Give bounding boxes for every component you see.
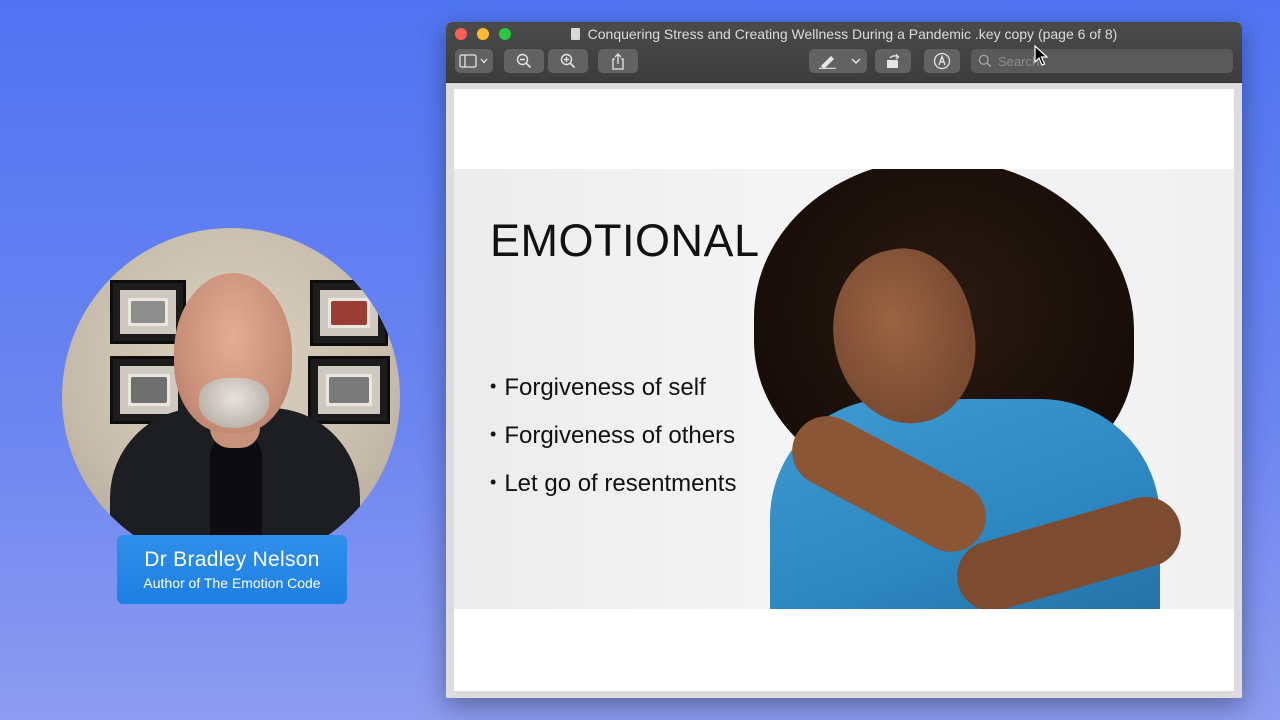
- slide-bullet: • Forgiveness of self: [490, 374, 706, 401]
- wall-frame: [310, 280, 388, 346]
- slide-bullet: • Forgiveness of others: [490, 422, 736, 449]
- presenter-video: [62, 228, 400, 566]
- window-title: Conquering Stress and Creating Wellness …: [446, 26, 1242, 42]
- bullet-text: Let go of resentments: [504, 470, 737, 497]
- presenter-role: Author of The Emotion Code: [143, 575, 321, 591]
- search-icon: [978, 54, 992, 68]
- bullet-text: Forgiveness of self: [504, 374, 706, 401]
- zoom-in-button[interactable]: [548, 49, 588, 73]
- markup-pen-button[interactable]: [809, 49, 867, 73]
- window-title-text: Conquering Stress and Creating Wellness …: [587, 26, 1118, 42]
- share-button[interactable]: [598, 49, 638, 73]
- search-input[interactable]: [996, 52, 1220, 70]
- rotate-button[interactable]: [875, 49, 911, 73]
- presenter-name: Dr Bradley Nelson: [144, 548, 320, 571]
- sidebar-toggle-button[interactable]: [455, 49, 493, 73]
- zoom-out-button[interactable]: [504, 49, 544, 73]
- slide-bullet: • Let go of resentments: [490, 470, 737, 497]
- slide-heading: EMOTIONAL: [490, 215, 760, 266]
- presenter-name-plate: Dr Bradley Nelson Author of The Emotion …: [117, 535, 347, 604]
- chevron-down-icon[interactable]: [850, 56, 862, 66]
- window-titlebar[interactable]: Conquering Stress and Creating Wellness …: [446, 22, 1242, 83]
- bullet-text: Forgiveness of others: [504, 422, 736, 449]
- pen-icon: [819, 56, 836, 69]
- share-icon: [612, 52, 624, 70]
- preview-window: Conquering Stress and Creating Wellness …: [446, 22, 1242, 698]
- annotate-button[interactable]: [924, 49, 960, 73]
- pdf-page: EMOTIONAL • Forgiveness of self • Forgiven…: [454, 89, 1234, 691]
- zoom-in-icon: [560, 53, 576, 69]
- search-field[interactable]: [971, 49, 1233, 73]
- annotate-icon: [933, 52, 951, 70]
- slide: EMOTIONAL • Forgiveness of self • Forgiven…: [454, 169, 1234, 609]
- zoom-out-icon: [516, 53, 532, 69]
- document-icon: [570, 28, 580, 40]
- document-view[interactable]: EMOTIONAL • Forgiveness of self • Forgiven…: [446, 83, 1242, 698]
- slide-bullet-list: • Forgiveness of self • Forgiveness of oth…: [490, 374, 736, 518]
- wall-frame: [308, 356, 390, 424]
- sidebar-icon: [459, 54, 488, 68]
- presenter-beard: [199, 378, 269, 428]
- rotate-icon: [887, 54, 900, 68]
- mouse-cursor-icon: [1034, 45, 1048, 66]
